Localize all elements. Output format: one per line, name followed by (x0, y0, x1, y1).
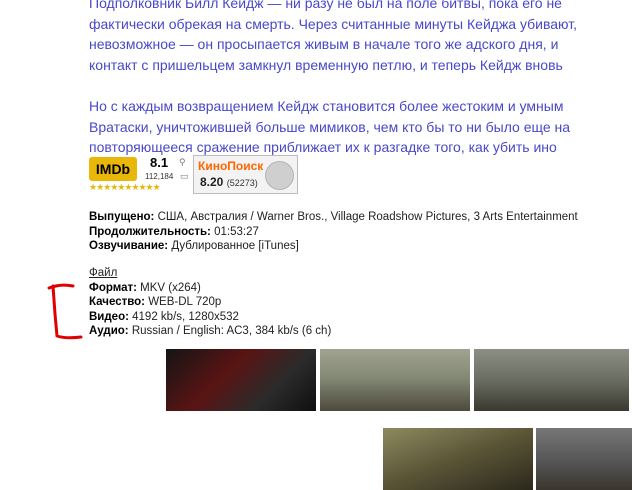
screenshot-thumbnail[interactable] (166, 349, 316, 411)
kinopoisk-logo: КиноПоиск (198, 159, 264, 173)
quality-row: Качество: WEB-DL 720p (89, 295, 331, 310)
quality-label: Качество: (89, 296, 145, 308)
file-link-row: Файл (89, 266, 331, 281)
duration-value: 01:53:27 (214, 225, 259, 238)
kinopoisk-score: 8.20 (52273) (200, 175, 258, 189)
description-line: фактически обрекая на смерть. Через счит… (89, 15, 577, 32)
kinopoisk-votes: (52273) (226, 178, 258, 188)
description-line: Но с каждым возвращением Кейдж становитс… (89, 98, 564, 114)
duration-row: Продолжительность: 01:53:27 (89, 225, 578, 240)
file-info: Файл Формат: MKV (x264) Качество: WEB-DL… (89, 266, 331, 339)
audio-label: Аудио: (89, 325, 129, 337)
video-value: 4192 kb/s, 1280x532 (132, 310, 239, 323)
duration-label: Продолжительность: (89, 225, 211, 238)
released-label: Выпущено: (89, 211, 155, 223)
dubbing-label: Озвучивание: (89, 240, 169, 252)
description-line: невозможное — он просыпается живым в нач… (89, 36, 559, 52)
audio-value: Russian / English: AC3, 384 kb/s (6 ch) (131, 325, 332, 337)
format-row: Формат: MKV (x264) (89, 281, 331, 296)
kinopoisk-badge[interactable]: КиноПоиск 8.20 (52273) (193, 155, 298, 194)
file-link[interactable]: Файл (89, 267, 117, 279)
screenshot-thumbnail[interactable] (320, 349, 470, 411)
screenshot-thumbnail[interactable] (474, 349, 629, 411)
kinopoisk-score-value: 8.20 (200, 175, 224, 189)
released-value: США, Австралия / Warner Bros., Village R… (157, 211, 578, 223)
quality-value: WEB-DL 720p (148, 296, 222, 308)
format-label: Формат: (89, 281, 137, 294)
description-line: Вратаски, уничтожившей больше мимиков, ч… (89, 118, 571, 135)
format-value: MKV (x264) (140, 281, 201, 294)
comment-icon: ▭ (180, 171, 189, 181)
description-line: Подполковник Билл Кейдж — ни разу не был… (89, 0, 562, 11)
video-label: Видео: (89, 310, 129, 323)
dubbing-row: Озвучивание: Дублированное [iTunes] (89, 239, 578, 254)
released-row: Выпущено: США, Австралия / Warner Bros.,… (89, 210, 578, 225)
user-icon: ⚲ (179, 157, 186, 167)
red-bracket-annotation (47, 283, 83, 340)
imdb-logo[interactable]: IMDb (89, 157, 137, 181)
release-info: Выпущено: США, Австралия / Warner Bros.,… (89, 210, 578, 254)
imdb-stars-icon: ★★★★★★★★★★ (89, 182, 161, 192)
description-line: повторяющееся сражение приближает их к р… (89, 139, 557, 155)
description-line: контакт с пришельцем замкнул временную п… (89, 56, 563, 73)
film-reel-icon (265, 161, 294, 190)
imdb-score: 8.1 (150, 155, 169, 170)
dubbing-value: Дублированное [iTunes] (171, 240, 299, 252)
imdb-votes: 112,184 (145, 172, 174, 181)
description: Подполковник Билл Кейдж — ни разу не был… (89, 0, 632, 158)
audio-row: Аудио: Russian / English: AC3, 384 kb/s … (89, 324, 331, 339)
screenshot-thumbnail[interactable] (536, 428, 632, 490)
screenshot-thumbnail[interactable] (383, 428, 533, 490)
video-row: Видео: 4192 kb/s, 1280x532 (89, 310, 331, 325)
